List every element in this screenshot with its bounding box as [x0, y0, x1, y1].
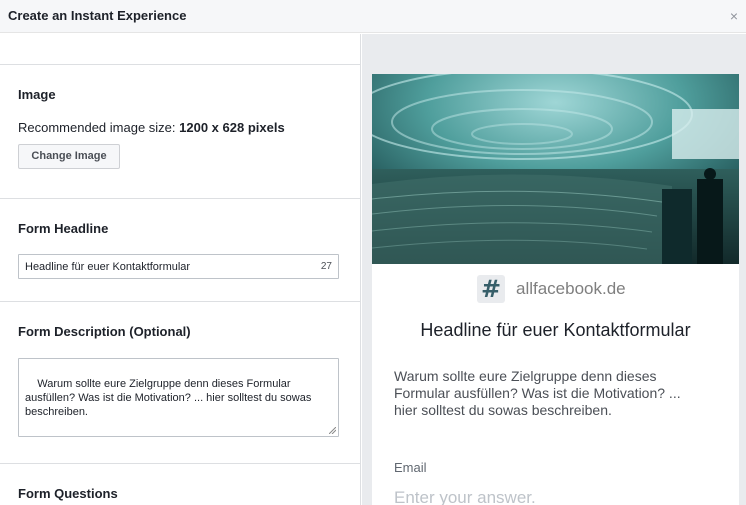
description-section-title: Form Description (Optional) [18, 324, 191, 339]
image-size-value: 1200 x 628 pixels [179, 120, 285, 135]
hashtag-logo-icon: # [477, 275, 505, 303]
description-textarea[interactable]: Warum sollte eure Zielgruppe denn dieses… [18, 358, 339, 437]
headline-section-title: Form Headline [18, 221, 109, 236]
divider [0, 463, 360, 464]
dialog-titlebar: Create an Instant Experience × [0, 0, 746, 33]
image-section-title: Image [18, 87, 56, 102]
change-image-button[interactable]: Change Image [18, 144, 120, 169]
resize-handle-icon[interactable] [329, 427, 336, 434]
description-textarea-value[interactable]: Warum sollte eure Zielgruppe denn dieses… [25, 378, 314, 418]
headline-input[interactable]: Headline für euer Kontaktformular 27 [18, 254, 339, 279]
headline-input-value[interactable]: Headline für euer Kontaktformular [25, 261, 190, 273]
headline-char-count: 27 [320, 261, 332, 272]
email-field[interactable]: Enter your answer. [394, 488, 536, 505]
editor-panel: Image Recommended image size: 1200 x 628… [0, 34, 361, 505]
divider [0, 198, 360, 199]
brand-name: allfacebook.de [516, 279, 626, 298]
image-size-hint: Recommended image size: 1200 x 628 pixel… [18, 120, 285, 135]
close-icon[interactable]: × [730, 7, 738, 25]
preview-card: # allfacebook.de Headline für euer Konta… [372, 74, 739, 505]
preview-description: Warum sollte eure Zielgruppe denn dieses… [394, 368, 681, 418]
email-field-label: Email [394, 460, 427, 475]
divider [0, 64, 360, 65]
preview-panel: # allfacebook.de Headline für euer Konta… [362, 34, 746, 505]
divider [0, 301, 360, 302]
brand-row: # allfacebook.de [477, 275, 677, 303]
conference-hall-image [372, 74, 739, 264]
dialog-title: Create an Instant Experience [8, 8, 187, 23]
preview-headline: Headline für euer Kontaktformular [420, 320, 691, 340]
questions-section-title: Form Questions [18, 486, 118, 501]
image-size-prefix: Recommended image size: [18, 120, 180, 135]
